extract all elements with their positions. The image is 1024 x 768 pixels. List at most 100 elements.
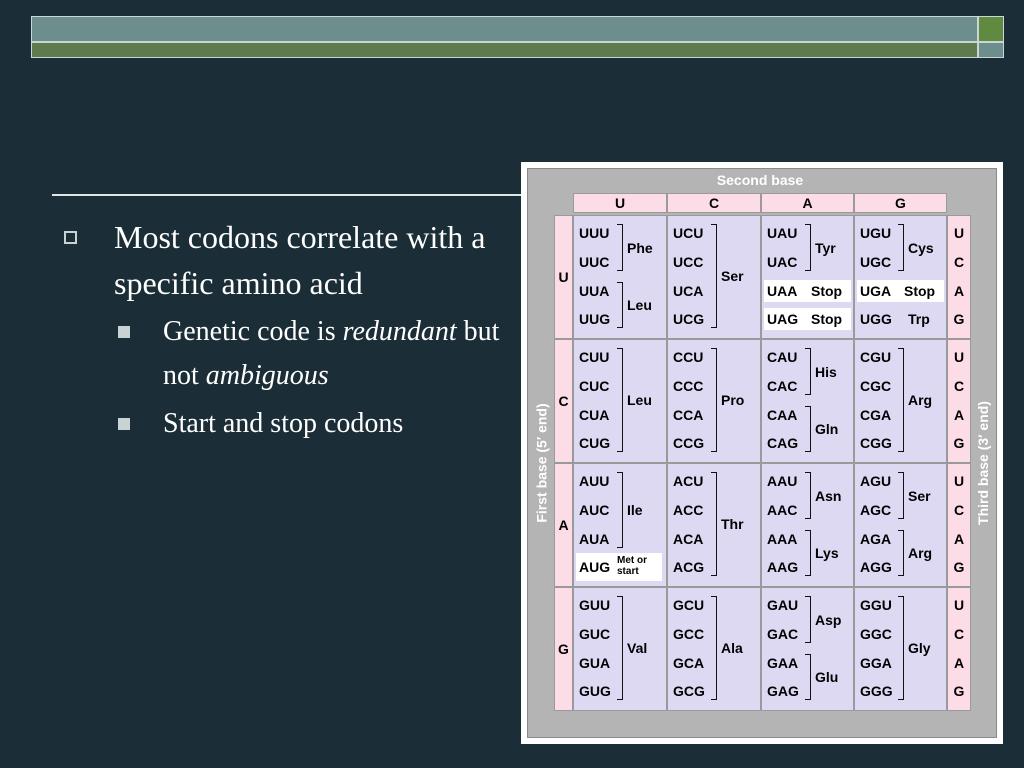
bullet-list: Most codons correlate with a specific am… <box>64 214 504 446</box>
amino-acid-label: His <box>815 363 837 380</box>
codon-auu: AUU <box>579 473 610 489</box>
codon-acu: ACU <box>673 473 704 489</box>
codon-ugc: UGC <box>860 254 892 270</box>
codon-ccu: CCU <box>673 349 704 365</box>
third-base-a: A <box>953 531 965 547</box>
codon-uag: UAG <box>767 311 799 327</box>
bracket-icon <box>805 406 811 452</box>
amino-acid-label: Trp <box>908 311 930 327</box>
bracket-icon <box>805 348 811 395</box>
first-base-title: First base (5′ end) <box>534 402 550 523</box>
codon-gcg: GCG <box>673 683 705 699</box>
codon-cau: CAU <box>767 349 798 365</box>
sub-bullet-text-start-stop: Start and stop codons <box>163 408 404 439</box>
first-base-u: U <box>554 215 573 339</box>
bullet-main-text: Most codons correlate with a specific am… <box>114 219 486 301</box>
codon-acg: ACG <box>673 559 705 575</box>
codon-ggc: GGC <box>860 626 892 642</box>
header-square-top <box>978 16 1004 42</box>
codon-uga: UGA <box>860 283 892 299</box>
header-bar-top <box>31 16 978 42</box>
codon-aac: AAC <box>767 502 798 518</box>
stop-label: Stop <box>811 283 843 299</box>
codon-aug: AUG <box>579 559 611 575</box>
codon-guu: GUU <box>579 597 611 613</box>
amino-acid-label: Gly <box>908 640 931 656</box>
second-base-title: Second base <box>716 172 804 188</box>
amino-acid-label: Gln <box>815 421 839 437</box>
amino-acid-label: Glu <box>815 669 839 685</box>
codon-cuu: CUU <box>579 349 610 365</box>
codon-gau: GAU <box>767 597 799 613</box>
sub-bullet-start-stop: Start and stop codons <box>64 402 504 446</box>
codon-agu: AGU <box>860 473 892 489</box>
met-start-label: Met or <box>617 555 647 566</box>
codon-aaa: AAA <box>767 531 798 547</box>
bracket-icon <box>617 348 623 452</box>
amino-acid-label: Lys <box>815 545 839 561</box>
codon-gac: GAC <box>767 626 799 642</box>
codon-gcc: GCC <box>673 626 705 642</box>
bullet-main: Most codons correlate with a specific am… <box>64 214 504 306</box>
sub-bullet-text-ambiguous: ambiguous <box>205 360 329 391</box>
codon-cuc: CUC <box>579 378 610 394</box>
bracket-icon <box>711 472 717 576</box>
codon-gcu: GCU <box>673 597 705 613</box>
bracket-icon <box>617 282 623 328</box>
codon-agc: AGC <box>860 502 892 518</box>
codon-uua: UUA <box>579 283 610 299</box>
amino-acid-label: Arg <box>908 545 933 561</box>
third-base-g: G <box>953 559 965 575</box>
third-base-g: G <box>953 311 965 327</box>
codon-cgc: CGC <box>860 378 892 394</box>
codon-ucc: UCC <box>673 254 704 270</box>
codon-caa: CAA <box>767 407 798 423</box>
codon-gaa: GAA <box>767 655 799 671</box>
amino-acid-label: Leu <box>627 297 652 313</box>
bracket-icon <box>898 348 904 452</box>
codon-ccg: CCG <box>673 435 705 451</box>
stop-label: Stop <box>811 311 843 327</box>
codon-aag: AAG <box>767 559 799 575</box>
first-base-c: C <box>554 339 573 463</box>
bracket-icon <box>805 224 811 271</box>
codon-ucg: UCG <box>673 311 705 327</box>
sub-bullet-text-redundant: redundant <box>342 316 457 347</box>
third-base-title: Third base (3′ end) <box>975 400 991 525</box>
codon-cua: CUA <box>579 407 610 423</box>
amino-acid-label: Ile <box>627 502 643 518</box>
codon-cag: CAG <box>767 435 799 451</box>
bracket-icon <box>711 596 717 700</box>
second-base-a: A <box>761 193 854 213</box>
codon-ugg: UGG <box>860 311 892 327</box>
codon-gug: GUG <box>579 683 611 699</box>
codon-uuc: UUC <box>579 254 610 270</box>
bracket-icon <box>805 530 811 576</box>
third-base-c: C <box>953 626 965 642</box>
codon-uca: UCA <box>673 283 704 299</box>
amino-acid-label: Phe <box>627 239 653 256</box>
amino-acid-label: Arg <box>908 392 933 408</box>
bracket-icon <box>898 596 904 700</box>
third-base-a: A <box>953 655 965 671</box>
bracket-icon <box>617 224 623 271</box>
codon-uac: UAC <box>767 254 798 270</box>
bracket-icon <box>898 530 904 576</box>
codon-aca: ACA <box>673 531 704 547</box>
third-base-u: U <box>953 473 965 489</box>
codon-cac: CAC <box>767 378 798 394</box>
first-base-a: A <box>554 463 573 587</box>
amino-acid-label: Asn <box>815 487 842 504</box>
codon-auc: AUC <box>579 502 610 518</box>
codon-cug: CUG <box>579 435 611 451</box>
codon-gag: GAG <box>767 683 799 699</box>
amino-acid-label: Ser <box>721 268 744 284</box>
bracket-icon <box>898 472 904 519</box>
third-base-a: A <box>953 407 965 423</box>
bracket-icon <box>805 596 811 643</box>
stop-label: Stop <box>904 283 936 299</box>
codon-acc: ACC <box>673 502 704 518</box>
codon-cgg: CGG <box>860 435 892 451</box>
hollow-square-bullet-icon <box>64 231 77 244</box>
bracket-icon <box>711 224 717 328</box>
